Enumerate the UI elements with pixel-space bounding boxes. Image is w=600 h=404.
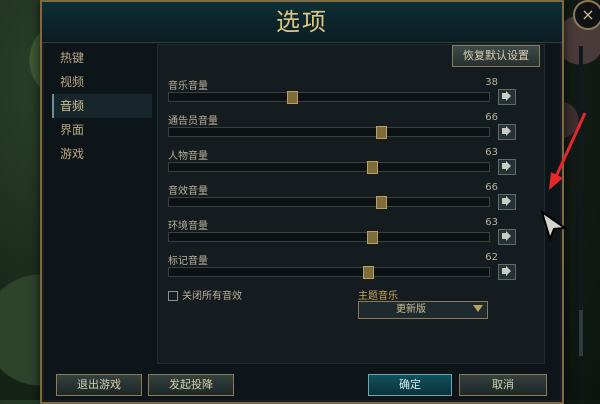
slider-thumb[interactable] [376, 126, 388, 139]
sidebar-item-label: 游戏 [60, 147, 85, 161]
ping-volume-value: 62 [485, 252, 498, 263]
music-volume-row: 音乐音量 38 [168, 77, 516, 105]
slider-thumb[interactable] [366, 231, 378, 244]
music-mute-button[interactable] [498, 89, 516, 105]
announcer-volume-label: 通告员音量 [168, 116, 218, 127]
mouse-cursor-icon [540, 210, 568, 242]
restore-defaults-button[interactable]: 恢复默认设置 [452, 45, 540, 67]
ambient-volume-value: 63 [485, 217, 498, 228]
sidebar: 热键 视频 音频 界面 游戏 [52, 46, 152, 166]
character-volume-value: 63 [485, 147, 498, 158]
sidebar-item-audio[interactable]: 音频 [52, 94, 152, 118]
music-volume-slider[interactable] [168, 91, 490, 104]
sidebar-item-label: 视频 [60, 75, 85, 89]
theme-music-select[interactable]: 更新版 [358, 301, 488, 319]
disable-all-checkbox[interactable] [168, 291, 178, 301]
sidebar-item-label: 热键 [60, 51, 85, 65]
character-volume-label: 人物音量 [168, 151, 208, 162]
slider-thumb[interactable] [363, 266, 375, 279]
ping-volume-slider[interactable] [168, 266, 490, 279]
dialog-title-bar: 选项 [42, 2, 562, 43]
cancel-button[interactable]: 取消 [459, 374, 547, 396]
close-button[interactable]: × [573, 0, 600, 30]
surrender-button[interactable]: 发起投降 [148, 374, 234, 396]
sidebar-item-hotkeys[interactable]: 热键 [52, 46, 152, 70]
theme-music-value: 更新版 [396, 304, 426, 315]
sidebar-item-label: 音频 [60, 99, 85, 113]
ping-volume-row: 标记音量 62 [168, 252, 516, 280]
slider-thumb[interactable] [366, 161, 378, 174]
sfx-volume-value: 66 [485, 182, 498, 193]
speaker-icon [502, 91, 511, 101]
sidebar-item-video[interactable]: 视频 [52, 70, 152, 94]
speaker-icon [502, 161, 511, 171]
character-volume-slider[interactable] [168, 161, 490, 174]
speaker-icon [502, 231, 511, 241]
speaker-icon [502, 266, 511, 276]
speaker-icon [502, 196, 511, 206]
slider-thumb[interactable] [376, 196, 388, 209]
options-dialog: 选项 × 热键 视频 音频 界面 游戏 恢复默认设置 音乐音量 38 通告员音量… [40, 0, 600, 404]
announcer-volume-row: 通告员音量 66 [168, 112, 516, 140]
sfx-mute-button[interactable] [498, 194, 516, 210]
announcer-mute-button[interactable] [498, 124, 516, 140]
exit-game-button[interactable]: 退出游戏 [56, 374, 142, 396]
announcer-volume-value: 66 [485, 112, 498, 123]
ambient-volume-row: 环境音量 63 [168, 217, 516, 245]
ambient-volume-label: 环境音量 [168, 221, 208, 232]
announcer-volume-slider[interactable] [168, 126, 490, 139]
sidebar-item-game[interactable]: 游戏 [52, 142, 152, 166]
sfx-volume-row: 音效音量 66 [168, 182, 516, 210]
music-volume-value: 38 [485, 77, 498, 88]
chevron-down-icon [473, 305, 483, 312]
sidebar-item-interface[interactable]: 界面 [52, 118, 152, 142]
disable-all-sounds[interactable]: 关闭所有音效 [168, 287, 242, 302]
theme-music-label: 主题音乐 [358, 291, 398, 302]
dialog-title: 选项 [276, 8, 328, 36]
red-arrow-annotation [549, 112, 587, 190]
slider-thumb[interactable] [286, 91, 298, 104]
character-volume-row: 人物音量 63 [168, 147, 516, 175]
sfx-volume-slider[interactable] [168, 196, 490, 209]
ok-button[interactable]: 确定 [368, 374, 452, 396]
character-mute-button[interactable] [498, 159, 516, 175]
sfx-volume-label: 音效音量 [168, 186, 208, 197]
sidebar-item-label: 界面 [60, 123, 85, 137]
ping-volume-label: 标记音量 [168, 256, 208, 267]
ambient-volume-slider[interactable] [168, 231, 490, 244]
disable-all-label: 关闭所有音效 [182, 291, 242, 302]
ambient-mute-button[interactable] [498, 229, 516, 245]
audio-settings-panel: 恢复默认设置 音乐音量 38 通告员音量 66 人物音量 63 音效音量 66 [157, 44, 545, 364]
scrollbar-thumb[interactable] [579, 310, 583, 356]
ping-mute-button[interactable] [498, 264, 516, 280]
music-volume-label: 音乐音量 [168, 81, 208, 92]
speaker-icon [502, 126, 511, 136]
